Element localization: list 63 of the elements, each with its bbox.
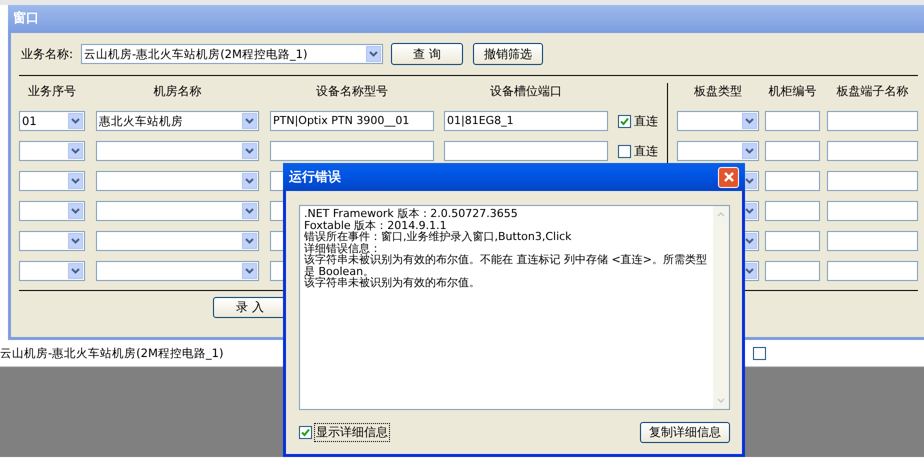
slot-port-field[interactable] — [444, 141, 608, 161]
direct-checkbox[interactable] — [618, 114, 631, 128]
show-details-checkbox[interactable] — [299, 426, 312, 439]
window-title: 窗口 — [8, 5, 924, 33]
room-dropdown[interactable] — [96, 171, 259, 191]
slot-port-field[interactable]: 01|81EG8_1 — [444, 111, 608, 131]
close-icon[interactable] — [718, 166, 739, 188]
sequence-dropdown[interactable]: 01 — [19, 111, 85, 131]
cabinet-field[interactable] — [765, 261, 820, 281]
terminal-field[interactable] — [827, 111, 918, 131]
board-type-dropdown[interactable] — [677, 141, 759, 161]
show-details-label: 显示详细信息 — [314, 423, 390, 442]
column-header: 板盘端子名称 — [836, 82, 910, 100]
scroll-up-icon[interactable] — [717, 212, 725, 217]
details-line: 该字符串未被识别为有效的布尔值。不能在 直连标记 列中存储 <直连>。所需类型是 Boolean。 — [304, 254, 708, 277]
terminal-field[interactable] — [827, 261, 918, 281]
list-row-text: 云山机房-惠北火车站机房(2M程控电路_1) — [0, 346, 224, 360]
column-header: 机柜编号 — [768, 82, 818, 100]
device-field[interactable] — [270, 141, 434, 161]
details-line: .NET Framework 版本：2.0.50727.3655 — [304, 208, 519, 220]
room-dropdown[interactable] — [96, 231, 259, 251]
terminal-field[interactable] — [827, 141, 918, 161]
direct-label: 直连 — [634, 112, 658, 130]
details-line: 该字符串未被识别为有效的布尔值。 — [304, 277, 481, 288]
cabinet-field[interactable] — [765, 111, 820, 131]
column-header: 业务序号 — [27, 82, 77, 100]
room-dropdown[interactable]: 惠北火车站机房 — [96, 111, 259, 131]
sequence-dropdown[interactable] — [19, 231, 85, 251]
room-dropdown[interactable] — [96, 141, 259, 161]
dialog-title: 运行错误 — [289, 169, 341, 186]
direct-label: 直连 — [634, 142, 658, 160]
cabinet-field[interactable] — [765, 171, 820, 191]
business-name-dropdown[interactable]: 云山机房-惠北火车站机房(2M程控电路_1) — [81, 44, 384, 64]
cabinet-field[interactable] — [765, 231, 820, 251]
terminal-field[interactable] — [827, 171, 918, 191]
query-button[interactable]: 查 询 — [391, 43, 464, 65]
terminal-field[interactable] — [827, 201, 918, 221]
details-line: 错误所在事件：窗口,业务维护录入窗口,Button3,Click — [304, 231, 573, 242]
list-row-checkbox[interactable] — [753, 346, 766, 360]
device-field[interactable]: PTN|Optix PTN 3900__01 — [270, 111, 434, 131]
cabinet-field[interactable] — [765, 141, 820, 161]
board-type-dropdown[interactable] — [677, 111, 759, 131]
sequence-dropdown[interactable] — [19, 171, 85, 191]
column-header: 板盘类型 — [693, 82, 743, 100]
room-dropdown[interactable] — [96, 201, 259, 221]
direct-checkbox[interactable] — [618, 144, 631, 158]
sequence-dropdown[interactable] — [19, 141, 85, 161]
column-header: 设备名称型号 — [315, 82, 389, 100]
details-textbox[interactable]: .NET Framework 版本：2.0.50727.3655 Foxtable 版本：2014.9.1.1 错误所在事件：窗口,业务维护录入窗口,Button3,Click 详细错误信息： 该字符串未被识别为有效的布尔值。不能在 直连标记 列中存储 <直连>。所需类型是 Boolean。 该字符串未被识别为有效的布尔值。 — [299, 205, 730, 410]
copy-details-button[interactable]: 复制详细信息 — [640, 422, 730, 443]
column-header: 机房名称 — [152, 82, 202, 100]
details-line: Foxtable 版本：2014.9.1.1 — [304, 220, 447, 231]
sequence-dropdown[interactable] — [19, 201, 85, 221]
sequence-dropdown[interactable] — [19, 261, 85, 281]
cabinet-field[interactable] — [765, 201, 820, 221]
column-header: 设备槽位端口 — [489, 82, 563, 100]
room-dropdown[interactable] — [96, 261, 259, 281]
scrollbar[interactable] — [713, 206, 729, 409]
clear-filter-button[interactable]: 撤销筛选 — [473, 43, 544, 65]
details-line: 详细错误信息： — [304, 242, 381, 254]
business-name-label: 业务名称: — [21, 46, 74, 62]
terminal-field[interactable] — [827, 231, 918, 251]
scroll-down-icon[interactable] — [717, 398, 725, 403]
